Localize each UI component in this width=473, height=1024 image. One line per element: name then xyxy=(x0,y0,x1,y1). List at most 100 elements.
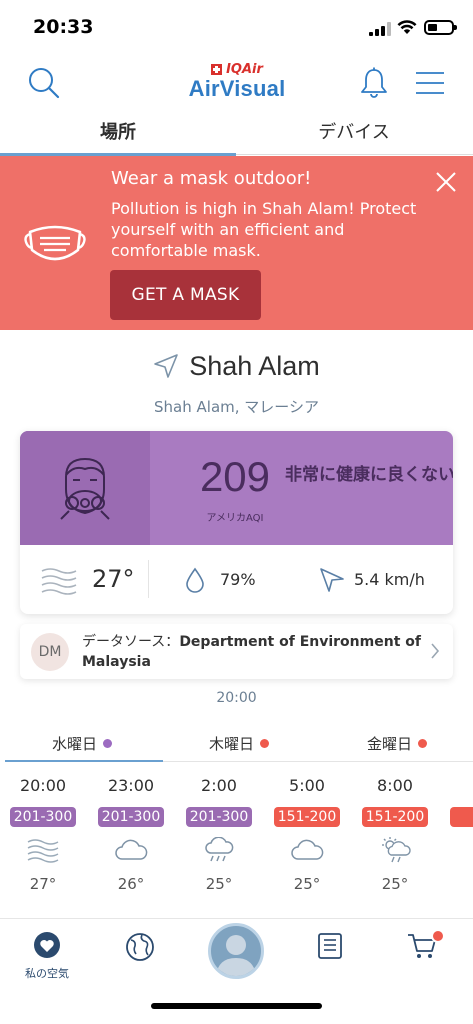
tabs-divider xyxy=(236,154,473,155)
data-source-card[interactable]: DM データソース：Department of Environment of M… xyxy=(20,624,453,679)
aqi-face-panel xyxy=(20,431,150,545)
temperature-value: 27° xyxy=(92,565,135,593)
location-name: Shah Alam xyxy=(189,350,320,381)
hour-column: 2:00 201-300 25° xyxy=(184,772,254,893)
humidity-drop-icon xyxy=(186,567,204,593)
weather-row: 27° 79% 5.4 km/h xyxy=(20,545,453,614)
app-header: IQAir AirVisual xyxy=(0,52,473,114)
hour-column: 23:00 201-300 26° xyxy=(96,772,166,893)
hour-aqi-badge: 201-300 xyxy=(10,807,76,827)
hour-column: 8:00 151-200 25° xyxy=(360,772,430,893)
swiss-flag-icon xyxy=(211,64,223,75)
day-aqi-dot xyxy=(260,739,270,748)
aqi-card[interactable]: 209 アメリカAQI 非常に健康に良くない 27° 79% 5.4 km/h xyxy=(20,431,453,614)
wind-speed-value: 5.4 km/h xyxy=(354,570,425,589)
day-aqi-dot xyxy=(418,739,428,748)
nav-world[interactable] xyxy=(110,931,170,967)
nav-news[interactable] xyxy=(300,931,360,965)
search-icon[interactable] xyxy=(27,66,61,100)
face-mask-icon xyxy=(24,225,86,261)
aqi-value: 209 xyxy=(199,453,271,500)
hour-temp: 27° xyxy=(29,875,57,893)
hour-aqi-badge: 151-200 xyxy=(274,807,340,827)
hour-temp: 25° xyxy=(293,875,321,893)
close-icon[interactable] xyxy=(434,170,458,194)
source-badge: DM xyxy=(31,633,69,671)
location-subtitle: Shah Alam, マレーシア xyxy=(154,398,319,416)
hour-column: 5:00 151-200 25° xyxy=(272,772,342,893)
hour-time: 20:00 xyxy=(19,776,67,795)
hour-time: 8:00 xyxy=(377,776,413,795)
get-mask-button[interactable]: GET A MASK xyxy=(110,270,261,320)
day-tab-label: 金曜日 xyxy=(367,735,413,753)
banner-title: Wear a mask outdoor! xyxy=(111,168,312,189)
hour-temp: 26° xyxy=(117,875,145,893)
aqi-status: 非常に健康に良くない xyxy=(285,465,453,485)
home-indicator xyxy=(151,1003,322,1009)
location-header: Shah Alam xyxy=(0,346,473,386)
hour-time-partial: 1 xyxy=(448,772,473,800)
source-label: データソース： xyxy=(82,634,180,650)
menu-icon[interactable] xyxy=(415,71,445,95)
weather-separator xyxy=(148,560,149,598)
day-tab-active-indicator xyxy=(5,760,163,762)
cloud-icon xyxy=(115,839,148,860)
haze-icon xyxy=(27,839,59,863)
sun-rain-icon xyxy=(382,837,411,863)
hour-temp: 25° xyxy=(205,875,233,893)
update-time: 20:00 xyxy=(216,690,257,706)
source-text: データソース：Department of Environment of Mala… xyxy=(82,632,422,672)
hour-aqi-badge: 201-300 xyxy=(98,807,164,827)
airvisual-logo: IQAir AirVisual xyxy=(170,62,304,106)
banner-text: Pollution is high in Shah Alam! Protect … xyxy=(111,199,417,260)
logo-brand-top: IQAir xyxy=(226,62,263,77)
day-tab-label: 木曜日 xyxy=(209,735,255,753)
hour-time: 2:00 xyxy=(201,776,237,795)
battery-icon xyxy=(424,20,457,35)
status-time: 20:33 xyxy=(33,16,94,38)
hour-aqi-badge: 201-300 xyxy=(186,807,252,827)
day-tabs-divider xyxy=(163,761,473,762)
day-aqi-dot xyxy=(103,739,113,748)
aqi-unit: アメリカAQI xyxy=(206,513,264,524)
tab-places[interactable]: 場所 xyxy=(0,114,236,156)
nav-my-air[interactable]: 私の空気 xyxy=(17,931,77,981)
wind-direction-icon xyxy=(320,568,344,592)
day-tab-thursday[interactable]: 木曜日 xyxy=(209,733,270,761)
hour-time: 23:00 xyxy=(107,776,155,795)
nav-my-air-label: 私の空気 xyxy=(25,967,69,980)
bell-icon[interactable] xyxy=(359,67,389,99)
wifi-icon xyxy=(397,20,417,34)
hour-aqi-badge-partial: 15 xyxy=(450,807,473,827)
top-tabs: 場所 デバイス xyxy=(0,114,473,156)
globe-icon xyxy=(126,933,154,961)
day-tab-wednesday[interactable]: 水曜日 xyxy=(52,733,113,761)
aqi-summary: 209 アメリカAQI 非常に健康に良くない xyxy=(20,431,453,545)
status-bar: 20:33 xyxy=(0,0,473,52)
cellular-signal-icon xyxy=(369,22,391,36)
face-with-respirator-icon xyxy=(60,457,110,520)
news-icon xyxy=(318,933,342,959)
profile-avatar[interactable] xyxy=(208,923,264,979)
logo-brand-main: AirVisual xyxy=(188,76,286,101)
cart-notification-badge xyxy=(431,929,445,943)
hour-aqi-badge: 151-200 xyxy=(362,807,428,827)
heart-location-icon xyxy=(34,932,60,958)
location-arrow-icon xyxy=(154,354,179,378)
user-silhouette-icon xyxy=(216,935,256,976)
haze-icon xyxy=(41,568,77,595)
hour-time: 5:00 xyxy=(289,776,325,795)
forecast-day-tabs: 水曜日 木曜日 金曜日 xyxy=(0,733,473,762)
hour-column: 20:00 201-300 27° xyxy=(8,772,78,893)
hour-temp: 25° xyxy=(381,875,409,893)
day-tab-friday[interactable]: 金曜日 xyxy=(367,733,428,761)
day-tab-label: 水曜日 xyxy=(52,735,98,753)
hour-column-partial: 1 15 xyxy=(448,772,473,827)
cloud-icon xyxy=(291,839,324,860)
hourly-forecast[interactable]: 20:00 201-300 27° 23:00 201-300 26° 2:00… xyxy=(0,772,473,922)
chevron-right-icon xyxy=(431,643,440,659)
tab-devices[interactable]: デバイス xyxy=(236,114,472,156)
mask-promo-banner: Wear a mask outdoor! Pollution is high i… xyxy=(0,156,473,330)
cloud-rain-icon xyxy=(205,836,234,862)
humidity-value: 79% xyxy=(220,570,256,589)
